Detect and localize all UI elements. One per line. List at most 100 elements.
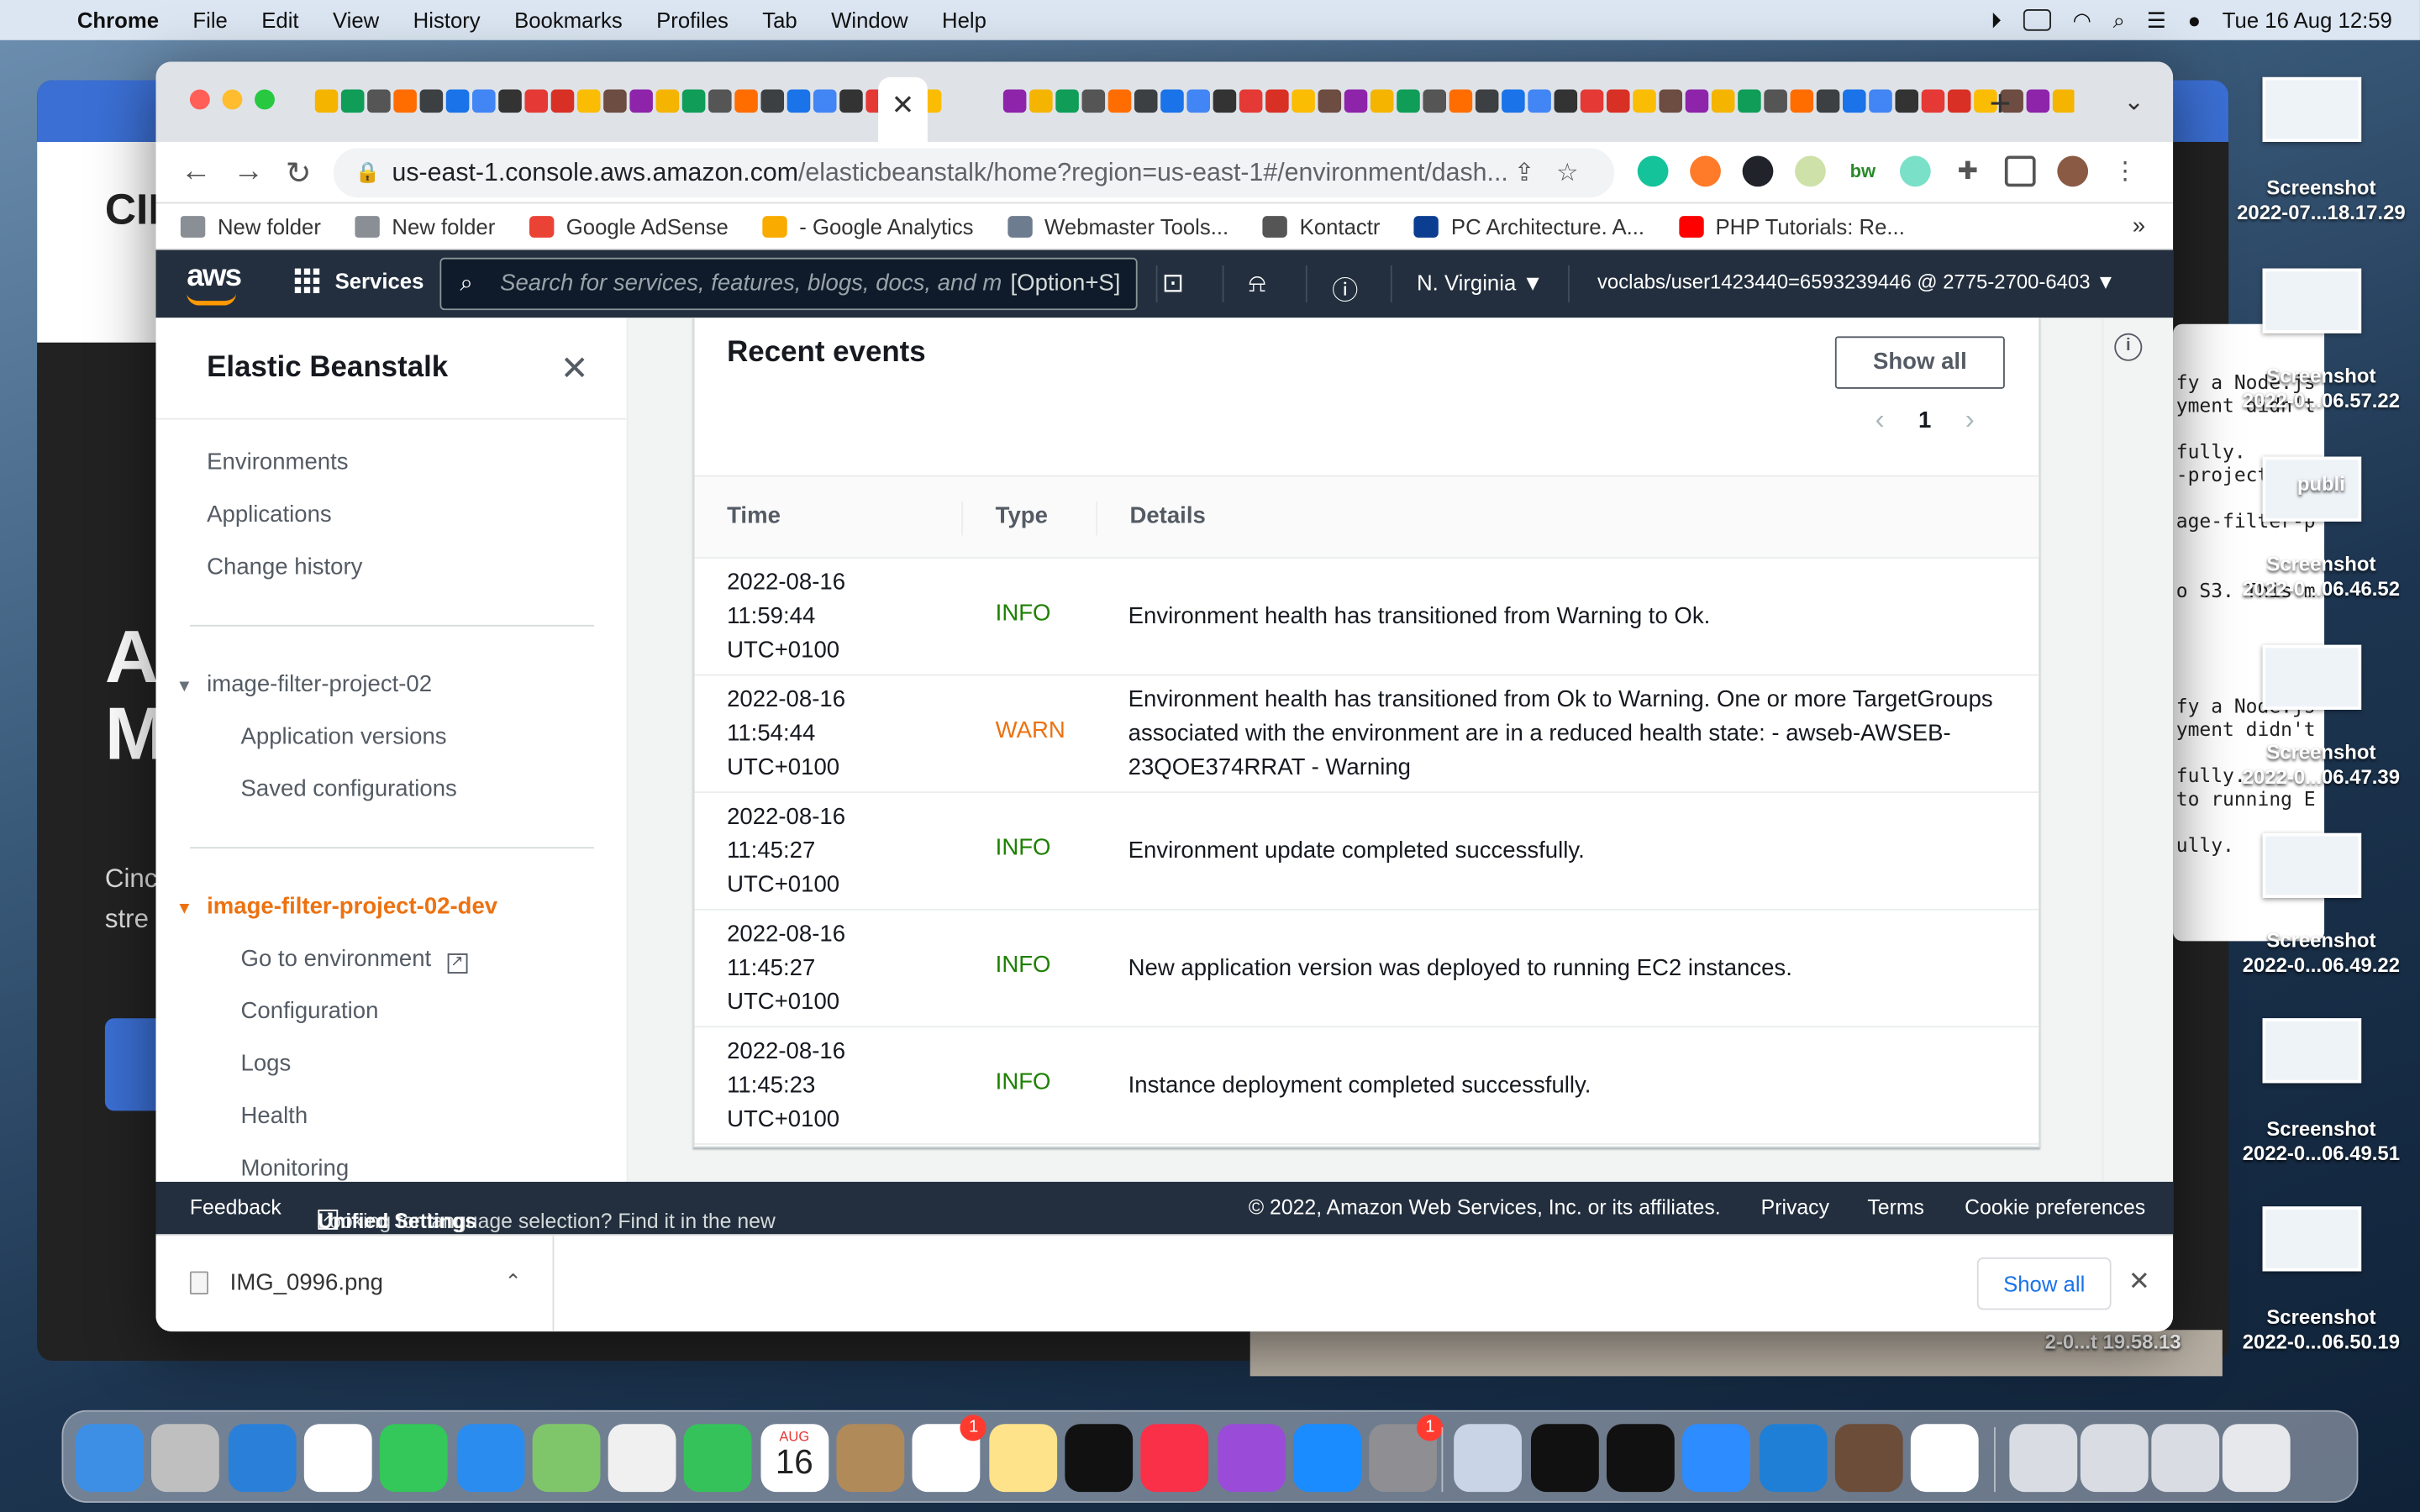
tab-favicon-icon[interactable] <box>1633 89 1656 113</box>
share-icon[interactable]: ⇪ <box>1514 157 1535 188</box>
tab-favicon-icon[interactable] <box>1397 89 1420 113</box>
downloads-stack-icon[interactable] <box>2150 1424 2219 1493</box>
tab-favicon-icon[interactable] <box>839 89 863 113</box>
download-item[interactable]: IMG_0996.png <box>189 1270 383 1296</box>
tab-favicon-icon[interactable] <box>550 89 575 113</box>
reminders-icon[interactable]: 1 <box>913 1415 987 1493</box>
notes-icon[interactable] <box>988 1424 1057 1493</box>
podcasts-icon[interactable] <box>1217 1424 1286 1493</box>
tab-favicon-icon[interactable] <box>734 89 758 113</box>
tab-favicon-icon[interactable] <box>629 89 653 113</box>
menu-tab[interactable]: Tab <box>762 8 797 32</box>
tab-favicon-icon[interactable] <box>2026 89 2050 113</box>
screenshot-thumbnail[interactable] <box>2262 268 2362 333</box>
play-icon[interactable]: ⏵ <box>1991 7 2002 33</box>
active-tab[interactable]: ✕ <box>878 76 928 142</box>
tab-favicon-icon[interactable] <box>1186 89 1210 113</box>
tab-favicon-icon[interactable] <box>786 89 811 113</box>
tab-favicon-icon[interactable] <box>1921 89 1945 113</box>
menubar-app-name[interactable]: Chrome <box>77 8 159 32</box>
menu-view[interactable]: View <box>333 8 379 32</box>
tab-favicon-icon[interactable] <box>813 89 837 113</box>
sidebar-item-monitoring[interactable]: Monitoring <box>241 1156 350 1182</box>
tab-favicon-icon[interactable] <box>1869 89 1892 113</box>
appstore-icon[interactable] <box>1292 1424 1361 1493</box>
tab-favicon-icon[interactable] <box>1947 89 1971 113</box>
sidebar-item-change-history[interactable]: Change history <box>207 554 362 580</box>
aws-logo[interactable]: aws <box>187 260 242 306</box>
tab-favicon-icon[interactable] <box>681 89 706 113</box>
tab-favicon-icon[interactable] <box>1895 89 1919 113</box>
column-time[interactable]: Time <box>727 503 781 529</box>
bookmark-item[interactable]: PC Architecture. A... <box>1413 213 1644 239</box>
tab-favicon-icon[interactable] <box>419 89 444 113</box>
extension-orange-icon[interactable] <box>1690 155 1721 187</box>
tab-favicon-icon[interactable] <box>1239 89 1263 113</box>
sidepanel-icon[interactable] <box>2004 155 2036 187</box>
chevron-up-icon[interactable]: ⌃ <box>505 1270 522 1294</box>
tab-favicon-icon[interactable] <box>576 89 601 113</box>
minimize-window-button[interactable] <box>222 89 243 110</box>
caret-down-icon[interactable]: ▼ <box>176 900 192 918</box>
sidebar-env-group[interactable]: image-filter-project-02-dev <box>207 893 497 919</box>
info-icon[interactable]: i <box>2114 333 2143 361</box>
bookmark-item[interactable]: New folder <box>180 213 321 239</box>
spotlight-icon[interactable]: ⌕ <box>2113 7 2125 33</box>
menu-profiles[interactable]: Profiles <box>656 8 729 32</box>
notifications-bell-icon[interactable]: ⍾ <box>1249 269 1266 300</box>
vscode-icon[interactable] <box>1759 1424 1827 1493</box>
tab-favicon-icon[interactable] <box>1370 89 1394 113</box>
services-menu[interactable]: Services <box>294 268 424 293</box>
extension-color-icon[interactable] <box>1899 155 1931 187</box>
screenshot-thumbnail[interactable] <box>2262 644 2362 710</box>
sidebar-item-go-to-env[interactable]: Go to environment ↗ <box>241 946 467 974</box>
screenshot-thumbnail[interactable] <box>2262 1018 2362 1084</box>
tab-favicon-icon[interactable] <box>524 89 549 113</box>
tab-favicon-icon[interactable] <box>1764 89 1787 113</box>
finder-icon[interactable] <box>75 1424 144 1493</box>
show-all-button[interactable]: Show all <box>1834 336 2005 389</box>
sidebar-item-health[interactable]: Health <box>241 1103 308 1129</box>
postgres-icon[interactable] <box>1834 1424 1903 1493</box>
column-details[interactable]: Details <box>1129 503 1205 529</box>
forward-icon[interactable]: → <box>233 155 264 190</box>
tab-favicon-icon[interactable] <box>1265 89 1289 113</box>
tab-favicon-icon[interactable] <box>760 89 785 113</box>
screenshot-label[interactable]: Screenshot 2022-07...18.17.29 <box>2223 176 2420 225</box>
menu-history[interactable]: History <box>413 8 481 32</box>
tab-favicons[interactable] <box>314 89 2075 121</box>
tab-favicon-icon[interactable] <box>1107 89 1132 113</box>
screenshot-thumbnail[interactable] <box>2262 76 2362 142</box>
cinema-icon[interactable] <box>1911 1424 1979 1493</box>
tab-favicon-icon[interactable] <box>1475 89 1499 113</box>
tab-favicon-icon[interactable] <box>1134 89 1158 113</box>
downloads-show-all-button[interactable]: Show all <box>1976 1257 2112 1310</box>
bookmark-item[interactable]: Webmaster Tools... <box>1007 213 1228 239</box>
sidebar-item-configuration[interactable]: Configuration <box>241 998 379 1024</box>
screenshot-label[interactable]: Screenshot 2022-0...06.47.39 <box>2223 741 2420 790</box>
tab-favicon-icon[interactable] <box>1790 89 1814 113</box>
react-devtools-icon[interactable] <box>1742 155 1774 187</box>
menu-window[interactable]: Window <box>831 8 908 32</box>
sidebar-app-group[interactable]: image-filter-project-02 <box>207 671 432 697</box>
control-center-icon[interactable]: ☰ <box>2147 7 2166 33</box>
battery-icon[interactable] <box>2023 9 2051 31</box>
prev-page-icon[interactable]: ‹ <box>1876 404 1885 437</box>
tab-favicon-icon[interactable] <box>498 89 522 113</box>
screenshot-thumbnail[interactable] <box>2262 832 2362 898</box>
tab-favicon-icon[interactable] <box>603 89 627 113</box>
sidebar-item-environments[interactable]: Environments <box>207 449 348 475</box>
tab-favicon-icon[interactable] <box>1711 89 1735 113</box>
tab-favicon-icon[interactable] <box>393 89 417 113</box>
menu-file[interactable]: File <box>192 8 227 32</box>
tab-favicon-icon[interactable] <box>655 89 680 113</box>
tab-favicon-icon[interactable] <box>1318 89 1342 113</box>
tab-favicon-icon[interactable] <box>1528 89 1551 113</box>
music-icon[interactable] <box>1140 1424 1209 1493</box>
siri-icon[interactable]: ● <box>2188 8 2202 32</box>
help-icon[interactable]: ⓘ <box>1332 269 1358 307</box>
tab-favicon-icon[interactable] <box>1554 89 1578 113</box>
bookmark-item[interactable]: - Google Analytics <box>762 213 974 239</box>
screenshot-thumbnail[interactable] <box>2262 1206 2362 1272</box>
back-icon[interactable]: ← <box>181 155 212 190</box>
